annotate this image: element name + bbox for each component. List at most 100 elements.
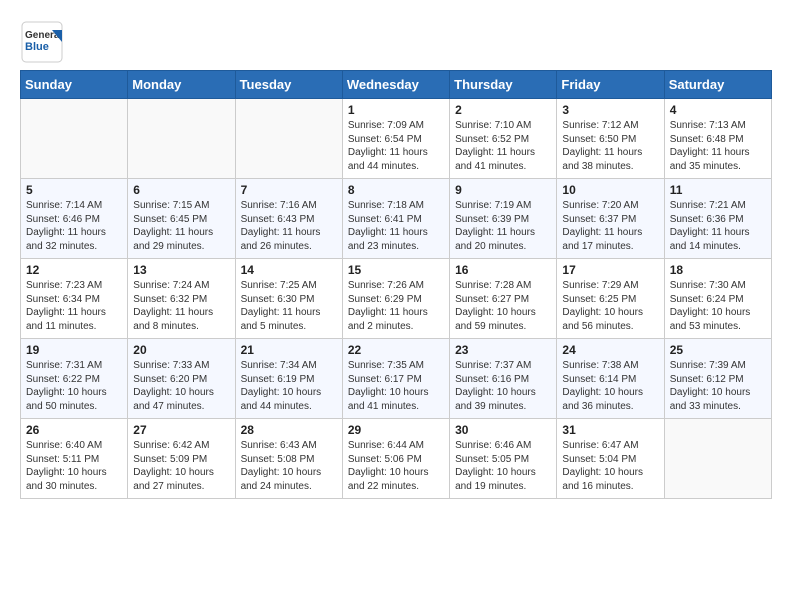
calendar-cell: 27Sunrise: 6:42 AM Sunset: 5:09 PM Dayli… <box>128 419 235 499</box>
calendar-week-row: 1Sunrise: 7:09 AM Sunset: 6:54 PM Daylig… <box>21 99 772 179</box>
day-number: 30 <box>455 423 551 437</box>
day-number: 9 <box>455 183 551 197</box>
logo-icon: General Blue <box>20 20 64 64</box>
cell-content: Sunrise: 7:12 AM Sunset: 6:50 PM Dayligh… <box>562 119 658 173</box>
calendar-cell <box>128 99 235 179</box>
day-number: 23 <box>455 343 551 357</box>
weekday-header-monday: Monday <box>128 71 235 99</box>
calendar-cell: 26 Sunrise: 6:40 AM Sunset: 5:11 PM Dayli… <box>21 419 128 499</box>
calendar-cell: 29Sunrise: 6:44 AM Sunset: 5:06 PM Dayli… <box>342 419 449 499</box>
calendar-cell: 31 Sunrise: 6:47 AM Sunset: 5:04 PM Dayli… <box>557 419 664 499</box>
cell-content: Sunrise: 7:35 AM Sunset: 6:17 PM Dayligh… <box>348 359 444 413</box>
calendar-week-row: 5 Sunrise: 7:14 AM Sunset: 6:46 PM Daylig… <box>21 179 772 259</box>
day-number: 19 <box>26 343 122 357</box>
calendar-cell: 28Sunrise: 6:43 AM Sunset: 5:08 PM Dayli… <box>235 419 342 499</box>
calendar-week-row: 19 Sunrise: 7:31 AM Sunset: 6:22 PM Dayli… <box>21 339 772 419</box>
calendar-cell: 19 Sunrise: 7:31 AM Sunset: 6:22 PM Dayli… <box>21 339 128 419</box>
day-number: 12 <box>26 263 122 277</box>
calendar-cell: 25 Sunrise: 7:39 AM Sunset: 6:12 PM Dayli… <box>664 339 771 419</box>
cell-content: Sunrise: 7:21 AM Sunset: 6:36 PM Dayligh… <box>670 199 766 253</box>
cell-content: Sunrise: 7:31 AM Sunset: 6:22 PM Dayligh… <box>26 359 122 413</box>
cell-content: Sunrise: 7:10 AM Sunset: 6:52 PM Dayligh… <box>455 119 551 173</box>
day-number: 17 <box>562 263 658 277</box>
calendar-header-row: SundayMondayTuesdayWednesdayThursdayFrid… <box>21 71 772 99</box>
day-number: 6 <box>133 183 229 197</box>
calendar-cell: 22Sunrise: 7:35 AM Sunset: 6:17 PM Dayli… <box>342 339 449 419</box>
day-number: 15 <box>348 263 444 277</box>
logo: General Blue <box>20 20 67 64</box>
cell-content: Sunrise: 7:29 AM Sunset: 6:25 PM Dayligh… <box>562 279 658 333</box>
calendar-cell: 30Sunrise: 6:46 AM Sunset: 5:05 PM Dayli… <box>450 419 557 499</box>
calendar-week-row: 26 Sunrise: 6:40 AM Sunset: 5:11 PM Dayli… <box>21 419 772 499</box>
calendar-cell: 12 Sunrise: 7:23 AM Sunset: 6:34 PM Dayli… <box>21 259 128 339</box>
weekday-header-tuesday: Tuesday <box>235 71 342 99</box>
day-number: 7 <box>241 183 337 197</box>
day-number: 11 <box>670 183 766 197</box>
cell-content: Sunrise: 6:47 AM Sunset: 5:04 PM Dayligh… <box>562 439 658 493</box>
cell-content: Sunrise: 7:18 AM Sunset: 6:41 PM Dayligh… <box>348 199 444 253</box>
day-number: 10 <box>562 183 658 197</box>
day-number: 18 <box>670 263 766 277</box>
page-header: General Blue <box>20 20 772 64</box>
calendar-cell <box>235 99 342 179</box>
cell-content: Sunrise: 7:30 AM Sunset: 6:24 PM Dayligh… <box>670 279 766 333</box>
calendar-cell: 16 Sunrise: 7:28 AM Sunset: 6:27 PM Dayli… <box>450 259 557 339</box>
cell-content: Sunrise: 7:24 AM Sunset: 6:32 PM Dayligh… <box>133 279 229 333</box>
cell-content: Sunrise: 7:25 AM Sunset: 6:30 PM Dayligh… <box>241 279 337 333</box>
day-number: 31 <box>562 423 658 437</box>
day-number: 21 <box>241 343 337 357</box>
calendar-cell: 7 Sunrise: 7:16 AM Sunset: 6:43 PM Daylig… <box>235 179 342 259</box>
calendar-cell: 24 Sunrise: 7:38 AM Sunset: 6:14 PM Dayli… <box>557 339 664 419</box>
calendar-cell: 13 Sunrise: 7:24 AM Sunset: 6:32 PM Dayli… <box>128 259 235 339</box>
cell-content: Sunrise: 7:26 AM Sunset: 6:29 PM Dayligh… <box>348 279 444 333</box>
weekday-header-friday: Friday <box>557 71 664 99</box>
day-number: 16 <box>455 263 551 277</box>
weekday-header-thursday: Thursday <box>450 71 557 99</box>
cell-content: Sunrise: 7:23 AM Sunset: 6:34 PM Dayligh… <box>26 279 122 333</box>
calendar-cell: 3Sunrise: 7:12 AM Sunset: 6:50 PM Daylig… <box>557 99 664 179</box>
weekday-header-saturday: Saturday <box>664 71 771 99</box>
day-number: 25 <box>670 343 766 357</box>
calendar-cell: 21 Sunrise: 7:34 AM Sunset: 6:19 PM Dayli… <box>235 339 342 419</box>
calendar-table: SundayMondayTuesdayWednesdayThursdayFrid… <box>20 70 772 499</box>
day-number: 26 <box>26 423 122 437</box>
cell-content: Sunrise: 7:20 AM Sunset: 6:37 PM Dayligh… <box>562 199 658 253</box>
weekday-header-wednesday: Wednesday <box>342 71 449 99</box>
weekday-header-sunday: Sunday <box>21 71 128 99</box>
svg-text:Blue: Blue <box>25 41 49 53</box>
cell-content: Sunrise: 7:14 AM Sunset: 6:46 PM Dayligh… <box>26 199 122 253</box>
day-number: 2 <box>455 103 551 117</box>
day-number: 14 <box>241 263 337 277</box>
calendar-cell: 5 Sunrise: 7:14 AM Sunset: 6:46 PM Daylig… <box>21 179 128 259</box>
calendar-cell: 17 Sunrise: 7:29 AM Sunset: 6:25 PM Dayli… <box>557 259 664 339</box>
cell-content: Sunrise: 7:09 AM Sunset: 6:54 PM Dayligh… <box>348 119 444 173</box>
day-number: 28 <box>241 423 337 437</box>
cell-content: Sunrise: 7:15 AM Sunset: 6:45 PM Dayligh… <box>133 199 229 253</box>
day-number: 20 <box>133 343 229 357</box>
calendar-cell <box>21 99 128 179</box>
cell-content: Sunrise: 7:19 AM Sunset: 6:39 PM Dayligh… <box>455 199 551 253</box>
cell-content: Sunrise: 7:34 AM Sunset: 6:19 PM Dayligh… <box>241 359 337 413</box>
calendar-cell: 15 Sunrise: 7:26 AM Sunset: 6:29 PM Dayli… <box>342 259 449 339</box>
calendar-cell: 18 Sunrise: 7:30 AM Sunset: 6:24 PM Dayli… <box>664 259 771 339</box>
calendar-cell: 8 Sunrise: 7:18 AM Sunset: 6:41 PM Daylig… <box>342 179 449 259</box>
cell-content: Sunrise: 6:40 AM Sunset: 5:11 PM Dayligh… <box>26 439 122 493</box>
calendar-cell: 20Sunrise: 7:33 AM Sunset: 6:20 PM Dayli… <box>128 339 235 419</box>
cell-content: Sunrise: 7:28 AM Sunset: 6:27 PM Dayligh… <box>455 279 551 333</box>
day-number: 5 <box>26 183 122 197</box>
day-number: 4 <box>670 103 766 117</box>
calendar-cell <box>664 419 771 499</box>
cell-content: Sunrise: 6:42 AM Sunset: 5:09 PM Dayligh… <box>133 439 229 493</box>
cell-content: Sunrise: 7:39 AM Sunset: 6:12 PM Dayligh… <box>670 359 766 413</box>
calendar-cell: 4Sunrise: 7:13 AM Sunset: 6:48 PM Daylig… <box>664 99 771 179</box>
calendar-week-row: 12 Sunrise: 7:23 AM Sunset: 6:34 PM Dayli… <box>21 259 772 339</box>
day-number: 24 <box>562 343 658 357</box>
calendar-cell: 11 Sunrise: 7:21 AM Sunset: 6:36 PM Dayli… <box>664 179 771 259</box>
day-number: 8 <box>348 183 444 197</box>
calendar-cell: 23Sunrise: 7:37 AM Sunset: 6:16 PM Dayli… <box>450 339 557 419</box>
calendar-cell: 14 Sunrise: 7:25 AM Sunset: 6:30 PM Dayli… <box>235 259 342 339</box>
cell-content: Sunrise: 7:38 AM Sunset: 6:14 PM Dayligh… <box>562 359 658 413</box>
cell-content: Sunrise: 7:16 AM Sunset: 6:43 PM Dayligh… <box>241 199 337 253</box>
calendar-cell: 1Sunrise: 7:09 AM Sunset: 6:54 PM Daylig… <box>342 99 449 179</box>
day-number: 13 <box>133 263 229 277</box>
